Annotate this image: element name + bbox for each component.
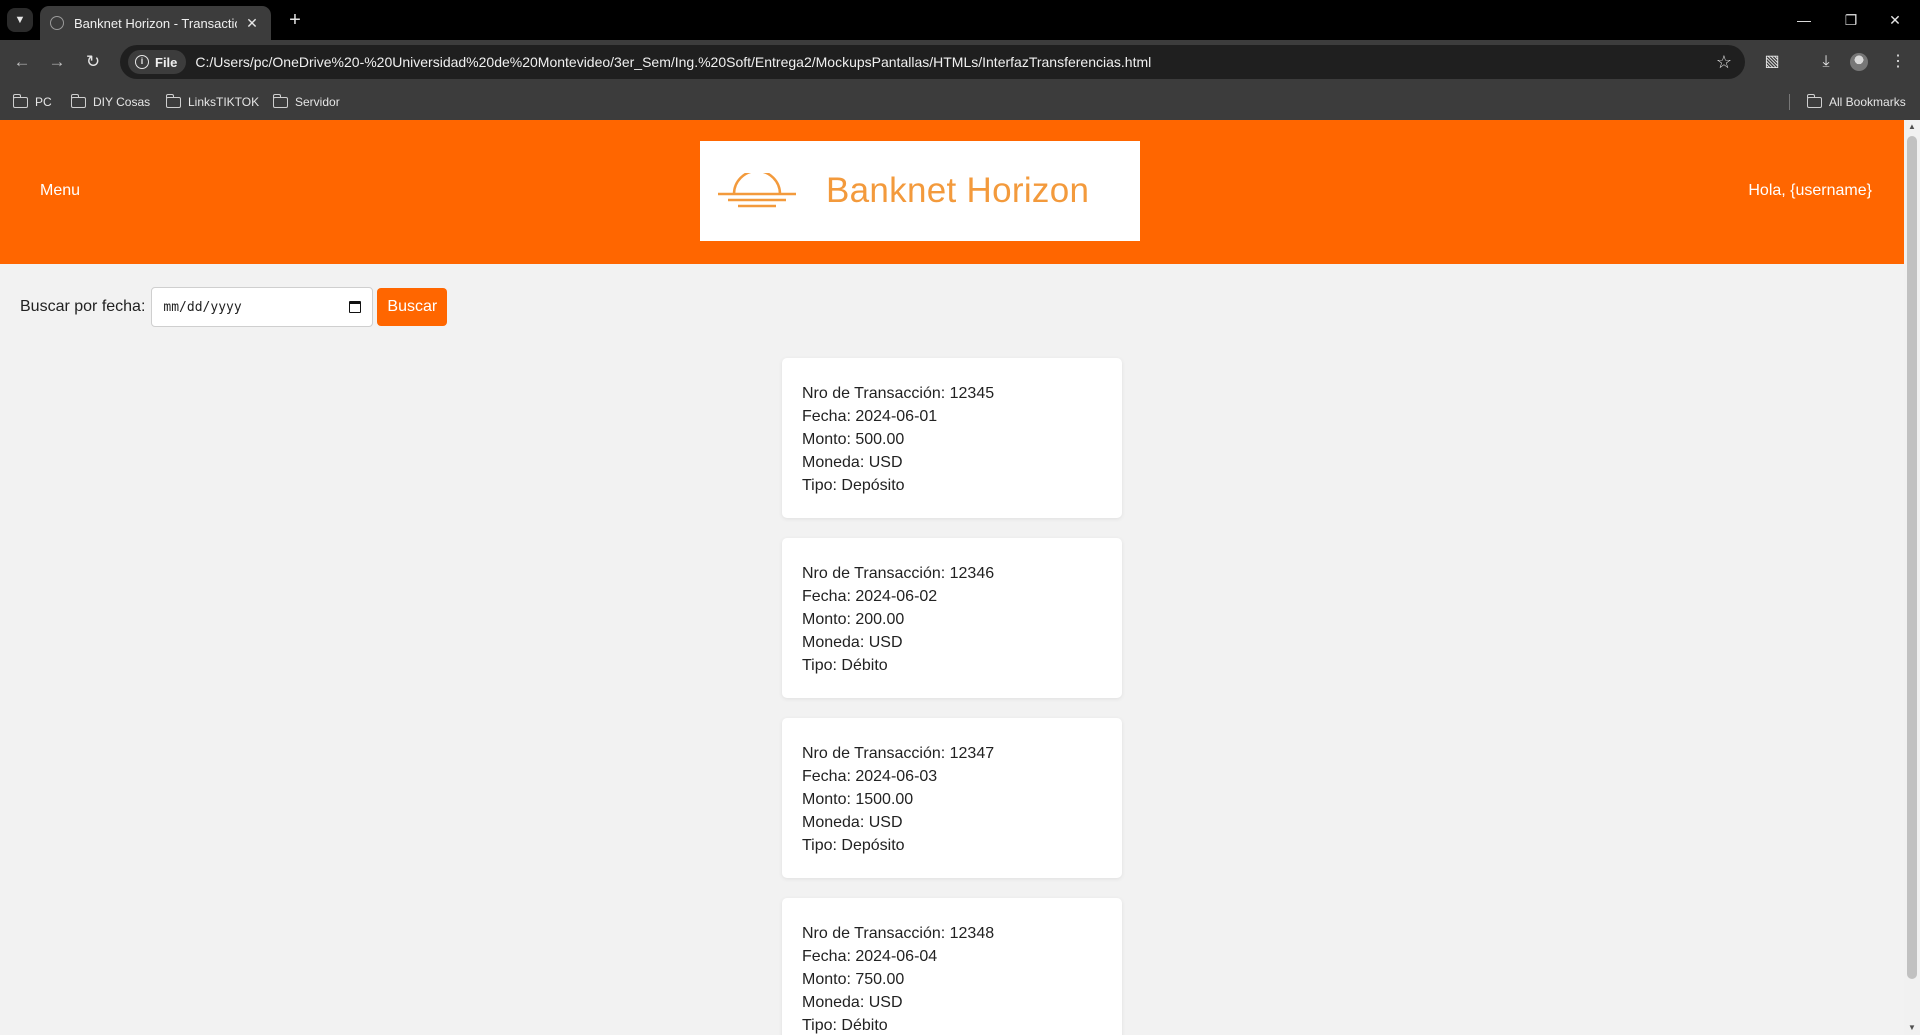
- logo-text: Banknet Horizon: [826, 171, 1090, 210]
- transaction-currency: Moneda: USD: [802, 994, 903, 1011]
- close-window-icon[interactable]: ✕: [1873, 6, 1917, 34]
- forward-arrow-icon[interactable]: →: [43, 48, 71, 76]
- info-icon: i: [135, 55, 149, 69]
- all-bookmarks-label: All Bookmarks: [1829, 95, 1906, 109]
- folder-icon: [70, 93, 86, 108]
- folder-icon: [12, 93, 28, 108]
- transaction-currency: Moneda: USD: [802, 814, 903, 831]
- tab-title: Banknet Horizon - Transaction H: [74, 15, 237, 31]
- transaction-type: Tipo: Débito: [802, 657, 888, 674]
- transaction-date: Fecha: 2024-06-03: [802, 768, 938, 785]
- new-tab-plus-icon[interactable]: +: [282, 8, 308, 32]
- bookmark-label: PC: [35, 95, 52, 109]
- page-viewport: Menu Banknet Horizon Hola, {username} Bu…: [0, 120, 1904, 1035]
- download-icon[interactable]: ⤓: [1812, 48, 1840, 76]
- bookmarks-divider: [1789, 94, 1790, 110]
- bookmarks-bar: PC DIY Cosas LinksTIKTOK Servidor All Bo…: [0, 84, 1920, 120]
- transaction-list: Nro de Transacción: 12345 Fecha: 2024-06…: [782, 358, 1122, 1035]
- menu-link[interactable]: Menu: [40, 182, 80, 200]
- browser-toolbar: ← → ↻ i File C:/Users/pc/OneDrive%20-%20…: [0, 40, 1920, 84]
- bookmark-label: Servidor: [295, 95, 340, 109]
- transaction-card: Nro de Transacción: 12347 Fecha: 2024-06…: [782, 718, 1122, 878]
- transaction-card: Nro de Transacción: 12348 Fecha: 2024-06…: [782, 898, 1122, 1035]
- globe-icon: [50, 16, 64, 30]
- date-placeholder: mm/dd/yyyy: [163, 299, 242, 315]
- transaction-number: Nro de Transacción: 12345: [802, 385, 995, 402]
- transaction-amount: Monto: 500.00: [802, 431, 905, 448]
- scroll-down-arrow-icon[interactable]: ▼: [1904, 1021, 1920, 1035]
- browser-tab-active[interactable]: Banknet Horizon - Transaction H ✕: [40, 6, 271, 40]
- more-menu-icon[interactable]: ⋮: [1884, 48, 1912, 76]
- tab-close-icon[interactable]: ✕: [243, 15, 261, 32]
- transaction-number: Nro de Transacción: 12348: [802, 925, 995, 942]
- transaction-currency: Moneda: USD: [802, 634, 903, 651]
- search-date-label: Buscar por fecha:: [20, 298, 146, 315]
- transaction-card: Nro de Transacción: 12345 Fecha: 2024-06…: [782, 358, 1122, 518]
- transaction-number: Nro de Transacción: 12347: [802, 745, 995, 762]
- bookmark-folder-linkstiktok[interactable]: LinksTIKTOK: [165, 93, 260, 111]
- url-text[interactable]: C:/Users/pc/OneDrive%20-%20Universidad%2…: [195, 54, 1709, 70]
- bookmark-folder-pc[interactable]: PC: [12, 93, 52, 111]
- site-info-chip[interactable]: i File: [128, 50, 187, 74]
- all-bookmarks-button[interactable]: All Bookmarks: [1806, 93, 1906, 111]
- calendar-icon[interactable]: [349, 301, 362, 313]
- scroll-up-arrow-icon[interactable]: ▲: [1904, 120, 1920, 134]
- bookmark-folder-diy-cosas[interactable]: DIY Cosas: [70, 93, 151, 111]
- extensions-puzzle-icon[interactable]: ▧: [1758, 48, 1786, 76]
- logo: Banknet Horizon: [700, 141, 1140, 241]
- transaction-type: Tipo: Depósito: [802, 477, 905, 494]
- transaction-number: Nro de Transacción: 12346: [802, 565, 995, 582]
- date-input[interactable]: mm/dd/yyyy: [151, 287, 374, 327]
- transaction-currency: Moneda: USD: [802, 454, 903, 471]
- site-info-label: File: [155, 54, 178, 70]
- transaction-type: Tipo: Débito: [802, 1017, 888, 1034]
- address-bar[interactable]: i File C:/Users/pc/OneDrive%20-%20Univer…: [120, 45, 1745, 79]
- minimize-icon[interactable]: —: [1782, 6, 1826, 34]
- transaction-date: Fecha: 2024-06-04: [802, 948, 938, 965]
- transaction-type: Tipo: Depósito: [802, 837, 905, 854]
- tab-search-chevron-icon[interactable]: ▼: [7, 8, 33, 32]
- profile-avatar[interactable]: [1850, 53, 1868, 71]
- transaction-amount: Monto: 750.00: [802, 971, 905, 988]
- back-arrow-icon[interactable]: ←: [8, 48, 36, 76]
- transaction-amount: Monto: 200.00: [802, 611, 905, 628]
- transaction-amount: Monto: 1500.00: [802, 791, 914, 808]
- transaction-date: Fecha: 2024-06-01: [802, 408, 938, 425]
- folder-icon: [272, 93, 288, 108]
- bookmark-label: LinksTIKTOK: [188, 95, 260, 109]
- bookmark-star-icon[interactable]: ☆: [1709, 52, 1739, 73]
- restore-icon[interactable]: ❐: [1829, 6, 1873, 34]
- folder-icon: [165, 93, 181, 108]
- bookmark-label: DIY Cosas: [93, 95, 151, 109]
- reload-icon[interactable]: ↻: [79, 48, 107, 76]
- scroll-thumb[interactable]: [1907, 136, 1917, 979]
- transaction-date: Fecha: 2024-06-02: [802, 588, 938, 605]
- site-header: Menu Banknet Horizon Hola, {username}: [0, 120, 1904, 264]
- browser-tab-bar: ▼ Banknet Horizon - Transaction H ✕ + — …: [0, 0, 1920, 40]
- date-search-row: Buscar por fecha: mm/dd/yyyy Buscar: [20, 287, 448, 327]
- user-greeting[interactable]: Hola, {username}: [1748, 182, 1872, 200]
- bookmark-folder-servidor[interactable]: Servidor: [272, 93, 340, 111]
- horizon-logo-icon: [718, 173, 796, 208]
- search-button[interactable]: Buscar: [377, 288, 448, 326]
- transaction-card: Nro de Transacción: 12346 Fecha: 2024-06…: [782, 538, 1122, 698]
- folder-icon: [1806, 93, 1822, 108]
- page-scrollbar[interactable]: ▲ ▼: [1904, 120, 1920, 1035]
